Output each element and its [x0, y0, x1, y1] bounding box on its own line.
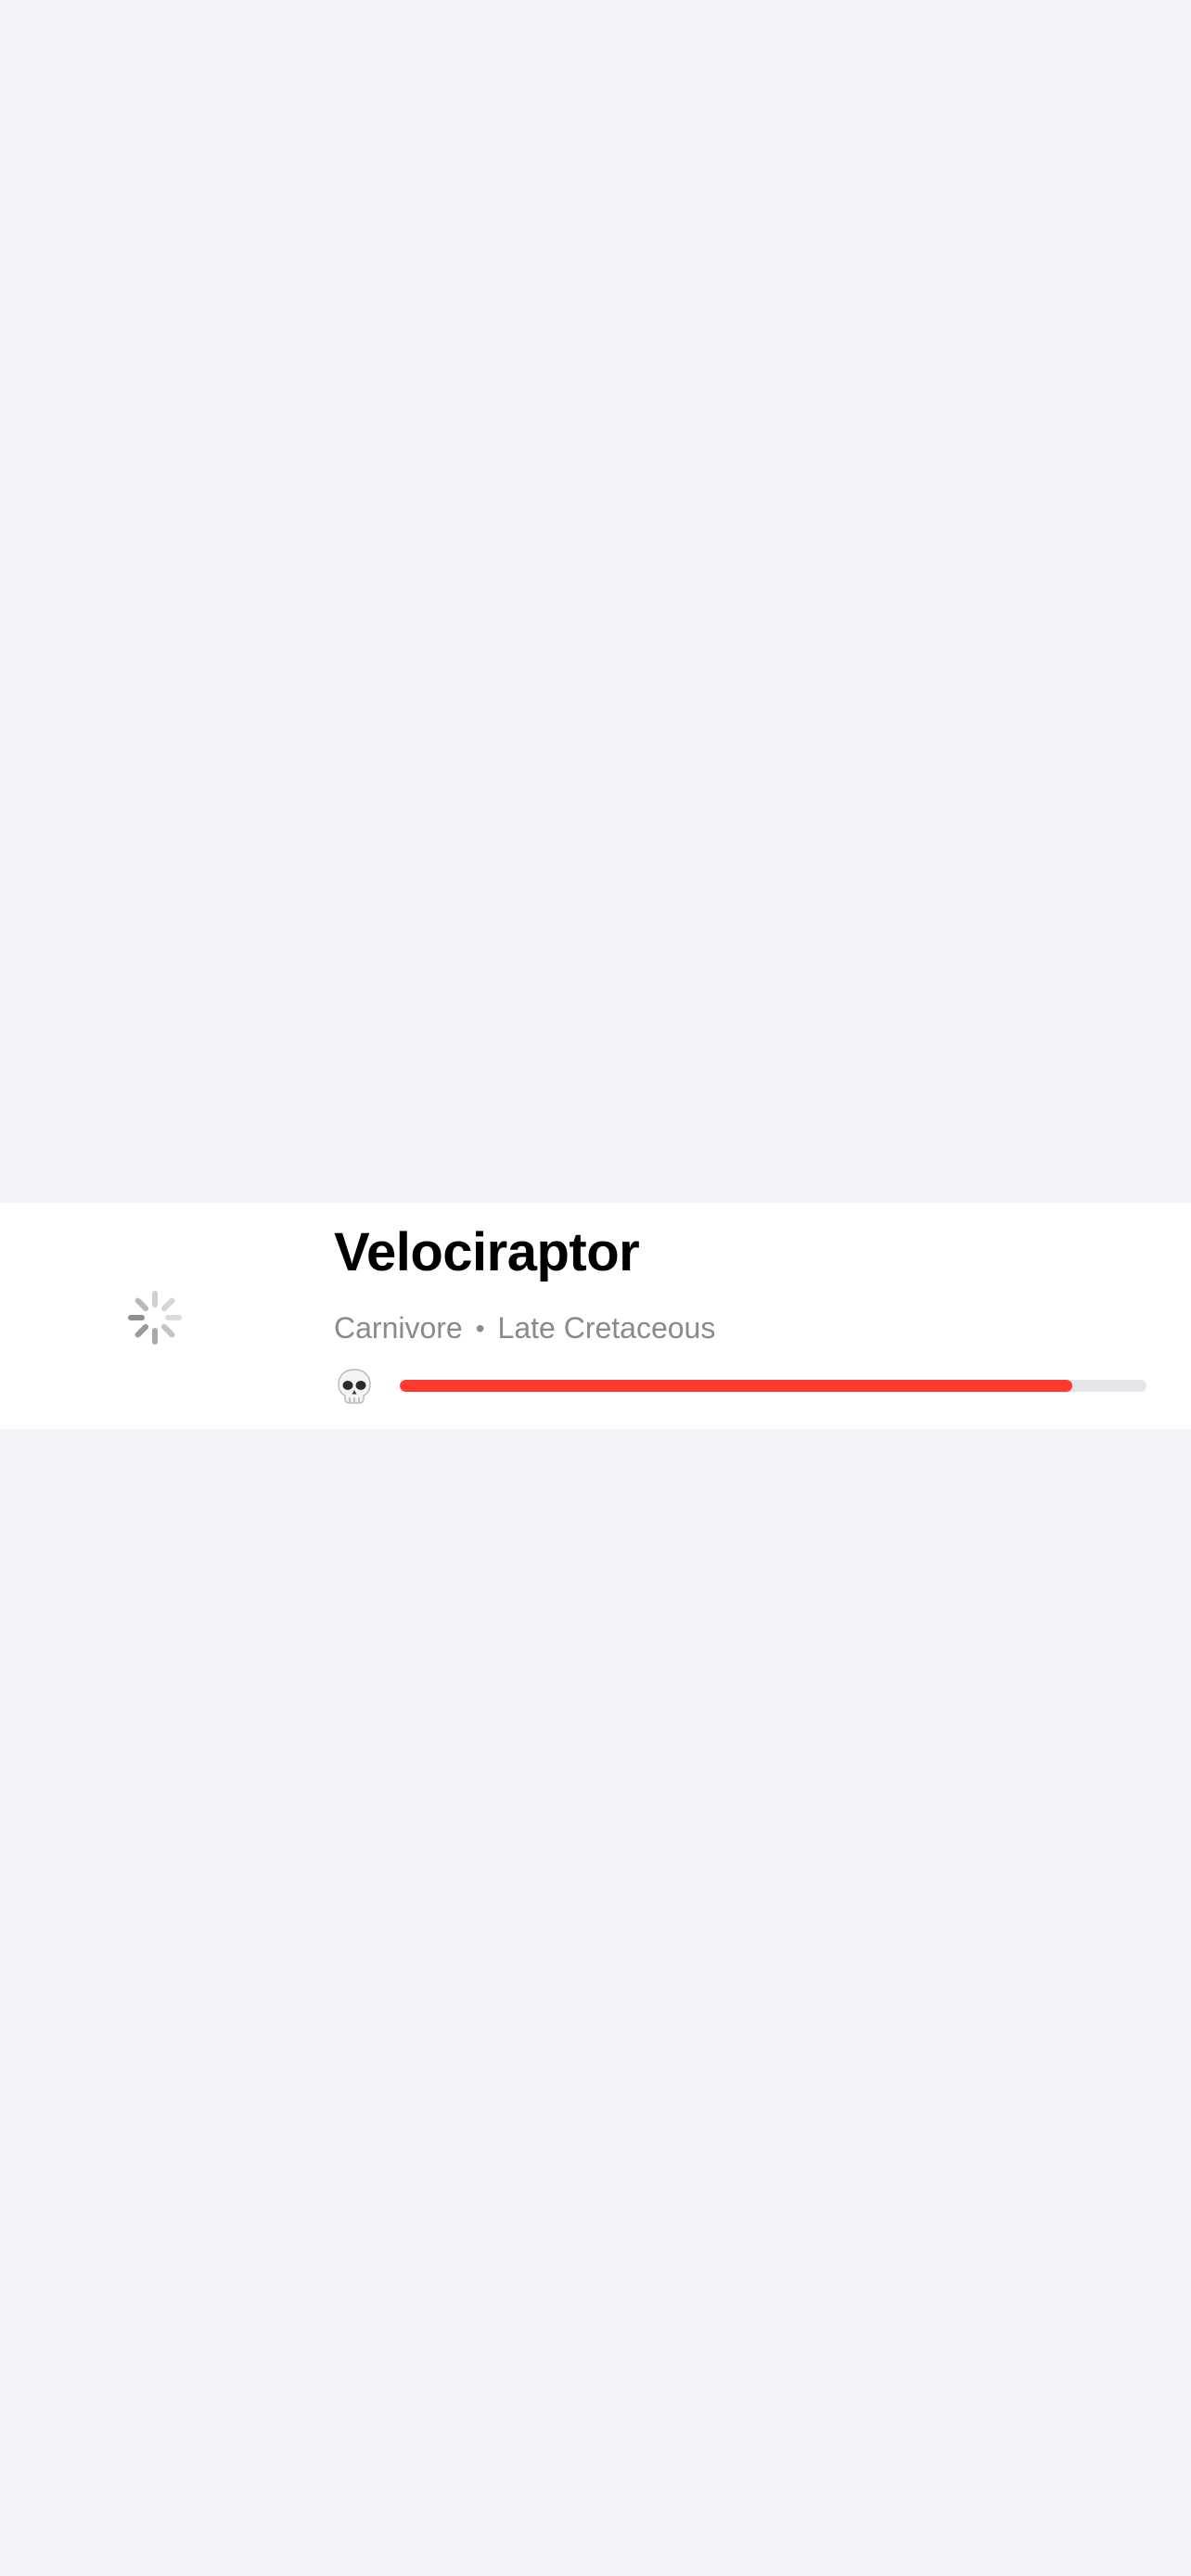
danger-level-fill [400, 1380, 1072, 1392]
diet-label: Carnivore [334, 1311, 463, 1345]
skull-icon [334, 1366, 375, 1407]
dinosaur-subtitle: Carnivore • Late Cretaceous [334, 1311, 715, 1345]
danger-level-track [400, 1380, 1146, 1392]
dinosaur-list-row[interactable]: Velociraptor Carnivore • Late Cretaceous [0, 1203, 1191, 1429]
period-label: Late Cretaceous [497, 1311, 716, 1345]
danger-meter [334, 1366, 1146, 1407]
dinosaur-name: Velociraptor [334, 1222, 640, 1282]
image-loading-spinner-icon [125, 1288, 185, 1347]
subtitle-separator: • [475, 1313, 485, 1343]
